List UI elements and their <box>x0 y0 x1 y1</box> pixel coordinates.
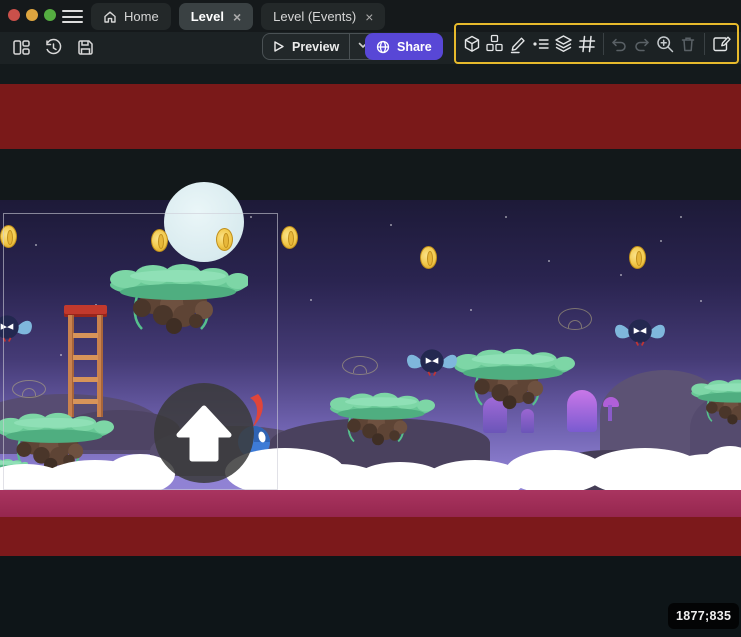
draw-pencil-icon[interactable] <box>507 31 529 56</box>
tab-level-events[interactable]: Level (Events) × <box>261 3 385 30</box>
zoom-in-icon[interactable] <box>654 31 676 56</box>
undo-icon[interactable] <box>609 31 631 56</box>
cursor-coordinates-badge: 1877;835 <box>668 603 739 629</box>
history-icon[interactable] <box>44 38 63 57</box>
star-decoration <box>390 224 392 226</box>
globe-icon <box>376 40 390 54</box>
close-tab-icon[interactable]: × <box>233 10 241 24</box>
tab-label: Level (Events) <box>273 9 356 24</box>
ufo-dome <box>568 320 582 328</box>
preview-label: Preview <box>292 40 339 54</box>
edit-tools-highlight-box <box>454 23 739 64</box>
mushroom-decoration <box>608 405 612 421</box>
toolbar-left-icons <box>12 38 95 57</box>
star-decoration <box>660 240 662 242</box>
close-tab-icon[interactable]: × <box>365 10 373 24</box>
3d-view-icon[interactable] <box>461 31 483 56</box>
star-decoration <box>700 300 702 302</box>
background-band-dark-top <box>0 64 741 84</box>
star-decoration <box>505 216 507 218</box>
bat-enemy[interactable] <box>613 314 667 350</box>
star-decoration <box>470 309 472 311</box>
background-band-dark-mid <box>0 149 741 200</box>
instance-list-icon[interactable] <box>530 31 552 56</box>
app-window: Home Level × Level (Events) × <box>0 0 741 637</box>
project-panels-icon[interactable] <box>12 38 31 57</box>
star-decoration <box>548 260 550 262</box>
mushroom-decoration <box>521 409 534 433</box>
background-band-crimson <box>0 490 741 517</box>
home-icon <box>103 10 117 24</box>
grid-icon[interactable] <box>576 31 598 56</box>
island-platform[interactable] <box>322 392 440 446</box>
divider <box>704 33 705 55</box>
ufo-dome <box>353 365 367 373</box>
tab-level[interactable]: Level × <box>179 3 253 30</box>
share-label: Share <box>397 40 432 54</box>
coin-object[interactable] <box>629 246 646 269</box>
background-band-red-top <box>0 84 741 149</box>
minimize-window-button[interactable] <box>26 9 38 21</box>
coin-object[interactable] <box>420 246 437 269</box>
play-icon <box>272 40 285 53</box>
bat-enemy[interactable] <box>405 344 459 380</box>
main-menu-icon[interactable] <box>62 10 83 23</box>
close-window-button[interactable] <box>8 9 20 21</box>
island-platform[interactable] <box>690 352 741 452</box>
star-decoration <box>310 299 312 301</box>
tab-label: Home <box>124 9 159 24</box>
star-decoration <box>620 274 622 276</box>
maximize-window-button[interactable] <box>44 9 56 21</box>
object-groups-icon[interactable] <box>484 31 506 56</box>
ufo-outline-decoration <box>342 356 378 375</box>
ufo-outline-decoration <box>558 308 592 330</box>
island-platform[interactable] <box>438 348 588 410</box>
tab-label: Level <box>191 9 224 24</box>
selection-rectangle[interactable] <box>3 213 278 490</box>
layers-icon[interactable] <box>553 31 575 56</box>
save-icon[interactable] <box>76 38 95 57</box>
bottom-editor-area <box>0 556 741 637</box>
tab-home[interactable]: Home <box>91 3 171 30</box>
edit-properties-icon[interactable] <box>710 31 732 56</box>
window-controls <box>8 9 56 21</box>
divider <box>603 33 604 55</box>
share-button[interactable]: Share <box>365 33 443 60</box>
coin-object[interactable] <box>281 226 298 249</box>
preview-button[interactable]: Preview <box>262 33 377 60</box>
redo-icon[interactable] <box>631 31 653 56</box>
tab-bar: Home Level × Level (Events) × <box>91 3 385 30</box>
background-band-red-bottom <box>0 517 741 556</box>
scene-editor-canvas[interactable]: 1877;835 <box>0 64 741 637</box>
delete-icon[interactable] <box>677 31 699 56</box>
star-decoration <box>680 216 682 218</box>
